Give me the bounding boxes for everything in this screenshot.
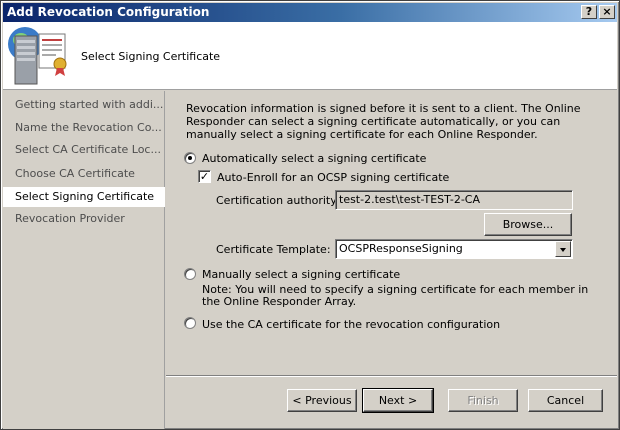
sidebar-item-select-signing-certificate[interactable]: Select Signing Certificate (3, 187, 165, 207)
sidebar-item-name-revocation[interactable]: Name the Revocation Co... (3, 118, 165, 138)
sidebar-item-select-ca-location[interactable]: Select CA Certificate Loc... (3, 140, 165, 160)
wizard-header: Select Signing Certificate (3, 22, 617, 90)
manual-select-radio[interactable] (184, 268, 196, 280)
certificate-server-icon (5, 22, 73, 88)
browse-button[interactable]: Browse... (484, 213, 572, 236)
certification-authority-field: test-2.test\test-TEST-2-CA (335, 190, 573, 210)
use-ca-radio[interactable] (184, 317, 196, 329)
certificate-template-select[interactable]: OCSPResponseSigning (335, 239, 573, 259)
wizard-steps-sidebar: Getting started with addi... Name the Re… (3, 91, 165, 429)
add-revocation-configuration-dialog: Add Revocation Configuration ? × Select … (0, 0, 620, 430)
cancel-button[interactable]: Cancel (528, 389, 603, 412)
window-title: Add Revocation Configuration (7, 5, 210, 19)
close-button[interactable]: × (599, 5, 615, 19)
manual-note-line2: the Online Responder Array. (202, 295, 357, 308)
finish-button: Finish (448, 389, 518, 412)
certificate-template-value: OCSPResponseSigning (339, 242, 463, 255)
help-button[interactable]: ? (581, 5, 597, 19)
auto-select-radio[interactable] (184, 152, 196, 164)
description-text: Revocation information is signed before … (186, 102, 581, 141)
radio-selected-dot (188, 156, 192, 160)
sidebar-item-revocation-provider[interactable]: Revocation Provider (3, 209, 165, 229)
previous-button[interactable]: < Previous (287, 389, 357, 412)
sidebar-item-getting-started[interactable]: Getting started with addi... (3, 95, 165, 115)
manual-select-label[interactable]: Manually select a signing certificate (202, 268, 400, 281)
certification-authority-label: Certification authority: (216, 194, 340, 207)
footer-separator (166, 375, 617, 377)
title-bar[interactable]: Add Revocation Configuration ? × (3, 3, 617, 22)
page-title: Select Signing Certificate (81, 50, 221, 63)
auto-enroll-label[interactable]: Auto-Enroll for an OCSP signing certific… (217, 171, 449, 184)
certificate-template-label: Certificate Template: (216, 243, 331, 256)
chevron-down-icon[interactable] (555, 241, 571, 257)
use-ca-label[interactable]: Use the CA certificate for the revocatio… (202, 318, 500, 331)
auto-select-label[interactable]: Automatically select a signing certifica… (202, 152, 426, 165)
next-button[interactable]: Next > (362, 388, 434, 413)
auto-enroll-checkbox[interactable]: ✓ (198, 170, 211, 183)
wizard-content: Revocation information is signed before … (166, 91, 617, 429)
sidebar-item-choose-ca-certificate[interactable]: Choose CA Certificate (3, 164, 165, 184)
